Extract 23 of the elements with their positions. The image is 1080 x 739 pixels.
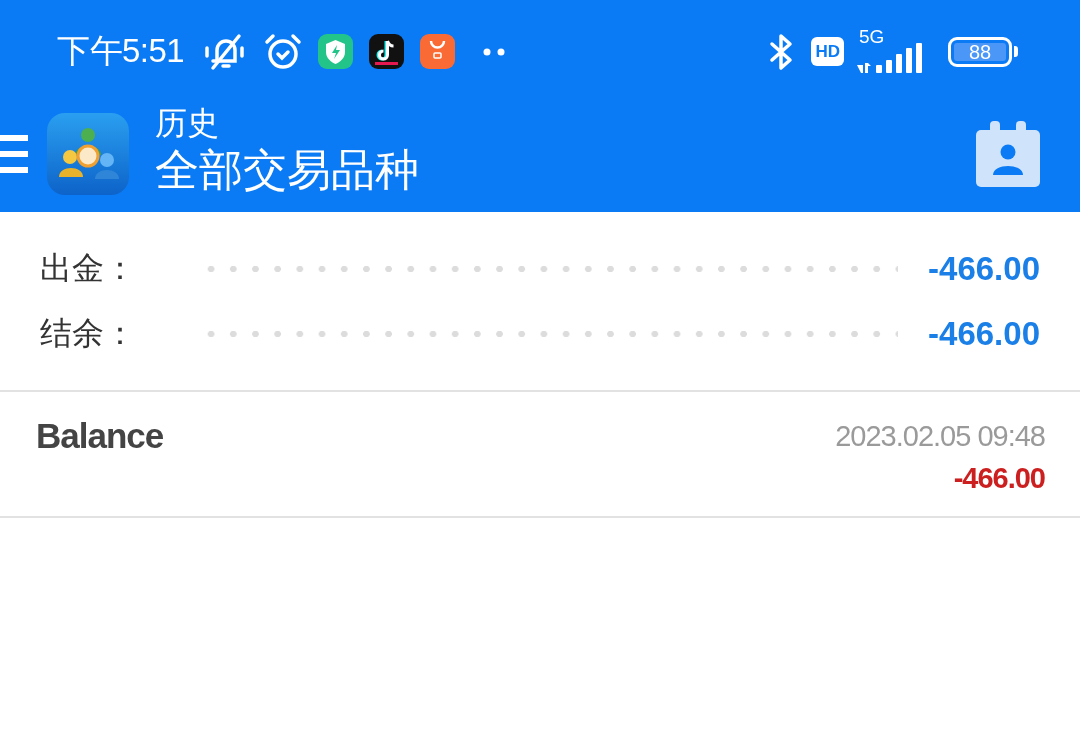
- app-logo-icon: [47, 112, 129, 195]
- menu-icon[interactable]: [0, 134, 28, 173]
- deal-row[interactable]: Balance 2023.02.05 09:48 -466.00: [0, 392, 1080, 518]
- summary-value: -466.00: [928, 249, 1040, 288]
- status-time: 下午5:51: [57, 31, 185, 71]
- screen-subtitle: 历史: [155, 103, 219, 143]
- screen-title[interactable]: 全部交易品种: [155, 142, 419, 197]
- summary-label: 出金：: [40, 248, 137, 288]
- shield-app-icon: [318, 34, 354, 69]
- deal-symbol: Balance: [36, 415, 164, 457]
- battery-level: 88: [954, 42, 1006, 61]
- more-notifications-icon: [483, 47, 506, 56]
- deal-profit: -466.00: [953, 461, 1045, 496]
- contact-calendar-icon[interactable]: [976, 120, 1040, 187]
- summary-label: 结余：: [40, 313, 137, 353]
- music-note-app-icon: [369, 34, 405, 69]
- network-type: 5G: [859, 26, 885, 46]
- summary-value: -466.00: [928, 314, 1040, 353]
- hd-voice-badge: HD: [811, 37, 844, 66]
- cellular-signal-icon: [856, 42, 924, 73]
- alarm-clock-icon: [264, 32, 303, 71]
- shopping-bag-app-icon: [420, 34, 456, 69]
- deal-time: 2023.02.05 09:48: [835, 419, 1045, 454]
